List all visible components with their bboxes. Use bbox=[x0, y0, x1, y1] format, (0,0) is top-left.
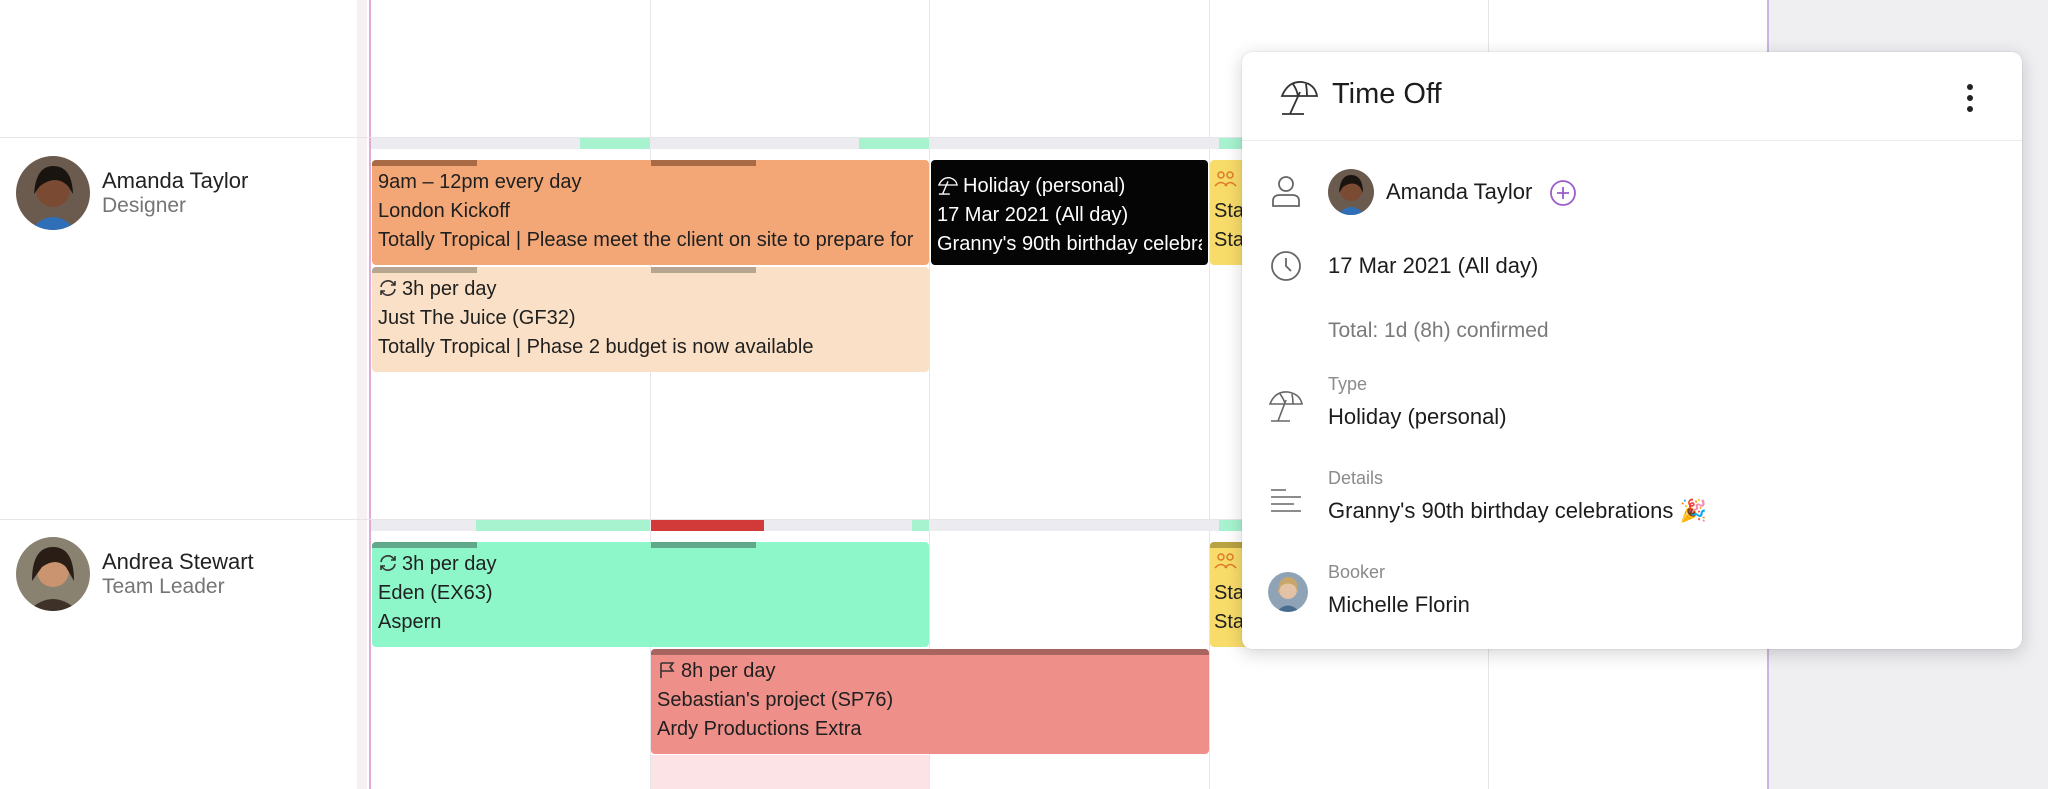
availability-free bbox=[476, 520, 650, 531]
availability-free bbox=[859, 138, 929, 149]
people-icon bbox=[1214, 553, 1237, 569]
availability-overbooked bbox=[651, 520, 764, 531]
type-value: Holiday (personal) bbox=[1328, 404, 1507, 429]
repeat-icon bbox=[380, 555, 396, 571]
booking-top-bar bbox=[651, 542, 756, 548]
person-role: Designer bbox=[102, 194, 187, 217]
booking-top-bar bbox=[372, 542, 477, 548]
booking-project: Just The Juice (GF32) bbox=[378, 307, 576, 329]
availability-free bbox=[1219, 520, 1242, 531]
more-options-icon[interactable] bbox=[1964, 82, 1976, 114]
booking-top-bar bbox=[372, 267, 477, 273]
booking-sebastian-project[interactable]: 8h per day Sebastian's project (SP76) Ar… bbox=[651, 649, 1209, 754]
popup-total: Total: 1d (8h) confirmed bbox=[1328, 319, 1549, 342]
booking-hours: 3h per day bbox=[402, 553, 497, 575]
details-label: Details bbox=[1328, 468, 1384, 488]
team-icon-line bbox=[1214, 168, 1244, 197]
day-gridline bbox=[1209, 0, 1210, 789]
umbrella-icon bbox=[937, 176, 958, 195]
tentative-shade bbox=[651, 755, 929, 789]
booking-text: Sta bbox=[1214, 200, 1244, 222]
avatar bbox=[16, 156, 90, 230]
people-icon bbox=[1214, 171, 1237, 187]
booking-time: 9am – 12pm every day bbox=[378, 171, 582, 193]
team-icon-line bbox=[1214, 550, 1244, 579]
booking-date: 17 Mar 2021 (All day) bbox=[937, 204, 1129, 226]
type-label: Type bbox=[1328, 374, 1368, 394]
person-row-amanda[interactable]: Amanda Taylor Designer bbox=[16, 156, 356, 236]
booking-eden[interactable]: 3h per day Eden (EX63) Aspern bbox=[372, 542, 929, 647]
today-marker bbox=[369, 0, 371, 789]
umbrella-icon bbox=[1268, 391, 1303, 422]
booking-project: Sebastian's project (SP76) bbox=[657, 689, 894, 711]
person-icon bbox=[1272, 176, 1300, 207]
person-name: Amanda Taylor bbox=[102, 168, 249, 193]
person-row-andrea[interactable]: Andrea Stewart Team Leader bbox=[16, 537, 356, 617]
booking-just-the-juice[interactable]: 3h per day Just The Juice (GF32) Totally… bbox=[372, 267, 929, 372]
booking-note: Totally Tropical | Please meet the clien… bbox=[378, 229, 914, 251]
booking-london-kickoff[interactable]: 9am – 12pm every day London Kickoff Tota… bbox=[372, 160, 929, 265]
repeat-icon bbox=[380, 280, 396, 296]
booking-note: Totally Tropical | Phase 2 budget is now… bbox=[378, 336, 814, 358]
booking-project: Eden (EX63) bbox=[378, 582, 493, 604]
booking-text: Sta bbox=[1214, 582, 1244, 604]
availability-free bbox=[912, 520, 929, 531]
popup-person-name: Amanda Taylor bbox=[1386, 179, 1533, 204]
person-avatar bbox=[1328, 169, 1374, 215]
availability-free bbox=[1219, 138, 1242, 149]
umbrella-icon bbox=[1280, 81, 1319, 115]
time-off-popup: Time Off Amanda Taylor 17 Mar 2021 (All … bbox=[1242, 52, 2022, 649]
booking-hours: 3h per day bbox=[402, 278, 497, 300]
booking-note: Granny's 90th birthday celebrations bbox=[937, 233, 1202, 255]
text-lines-icon bbox=[1271, 489, 1301, 512]
booking-note: Aspern bbox=[378, 611, 442, 633]
booking-hours-line: 3h per day bbox=[378, 275, 923, 304]
booker-avatar bbox=[1268, 572, 1308, 612]
popup-title: Time Off bbox=[1332, 78, 1442, 110]
booking-type-line: Holiday (personal) bbox=[937, 172, 1202, 201]
details-value: Granny's 90th birthday celebrations 🎉 bbox=[1328, 498, 1707, 523]
booking-top-bar bbox=[651, 160, 756, 166]
popup-divider bbox=[1242, 140, 2022, 141]
popup-date: 17 Mar 2021 (All day) bbox=[1328, 253, 1539, 278]
booking-top-bar bbox=[651, 267, 756, 273]
booking-text: Sta bbox=[1214, 611, 1244, 633]
flag-icon bbox=[660, 662, 675, 678]
booking-holiday-personal[interactable]: Holiday (personal) 17 Mar 2021 (All day)… bbox=[931, 160, 1208, 265]
booking-type: Holiday (personal) bbox=[963, 175, 1126, 197]
person-role: Team Leader bbox=[102, 575, 225, 598]
booking-text: Sta bbox=[1214, 229, 1244, 251]
booking-top-bar bbox=[651, 649, 1209, 655]
booking-top-bar bbox=[372, 160, 477, 166]
booking-hours-line: 3h per day bbox=[378, 550, 923, 579]
booker-value: Michelle Florin bbox=[1328, 592, 1470, 617]
availability-free bbox=[580, 138, 650, 149]
booking-hours: 8h per day bbox=[681, 660, 776, 682]
booking-hours-line: 8h per day bbox=[657, 657, 1203, 686]
person-name: Andrea Stewart bbox=[102, 549, 254, 574]
avatar bbox=[16, 537, 90, 611]
booker-label: Booker bbox=[1328, 562, 1386, 582]
add-person-icon[interactable] bbox=[1549, 179, 1577, 207]
clock-icon bbox=[1271, 251, 1301, 281]
booking-note: Ardy Productions Extra bbox=[657, 718, 862, 740]
booking-project: London Kickoff bbox=[378, 200, 510, 222]
people-pane-divider bbox=[357, 0, 367, 789]
